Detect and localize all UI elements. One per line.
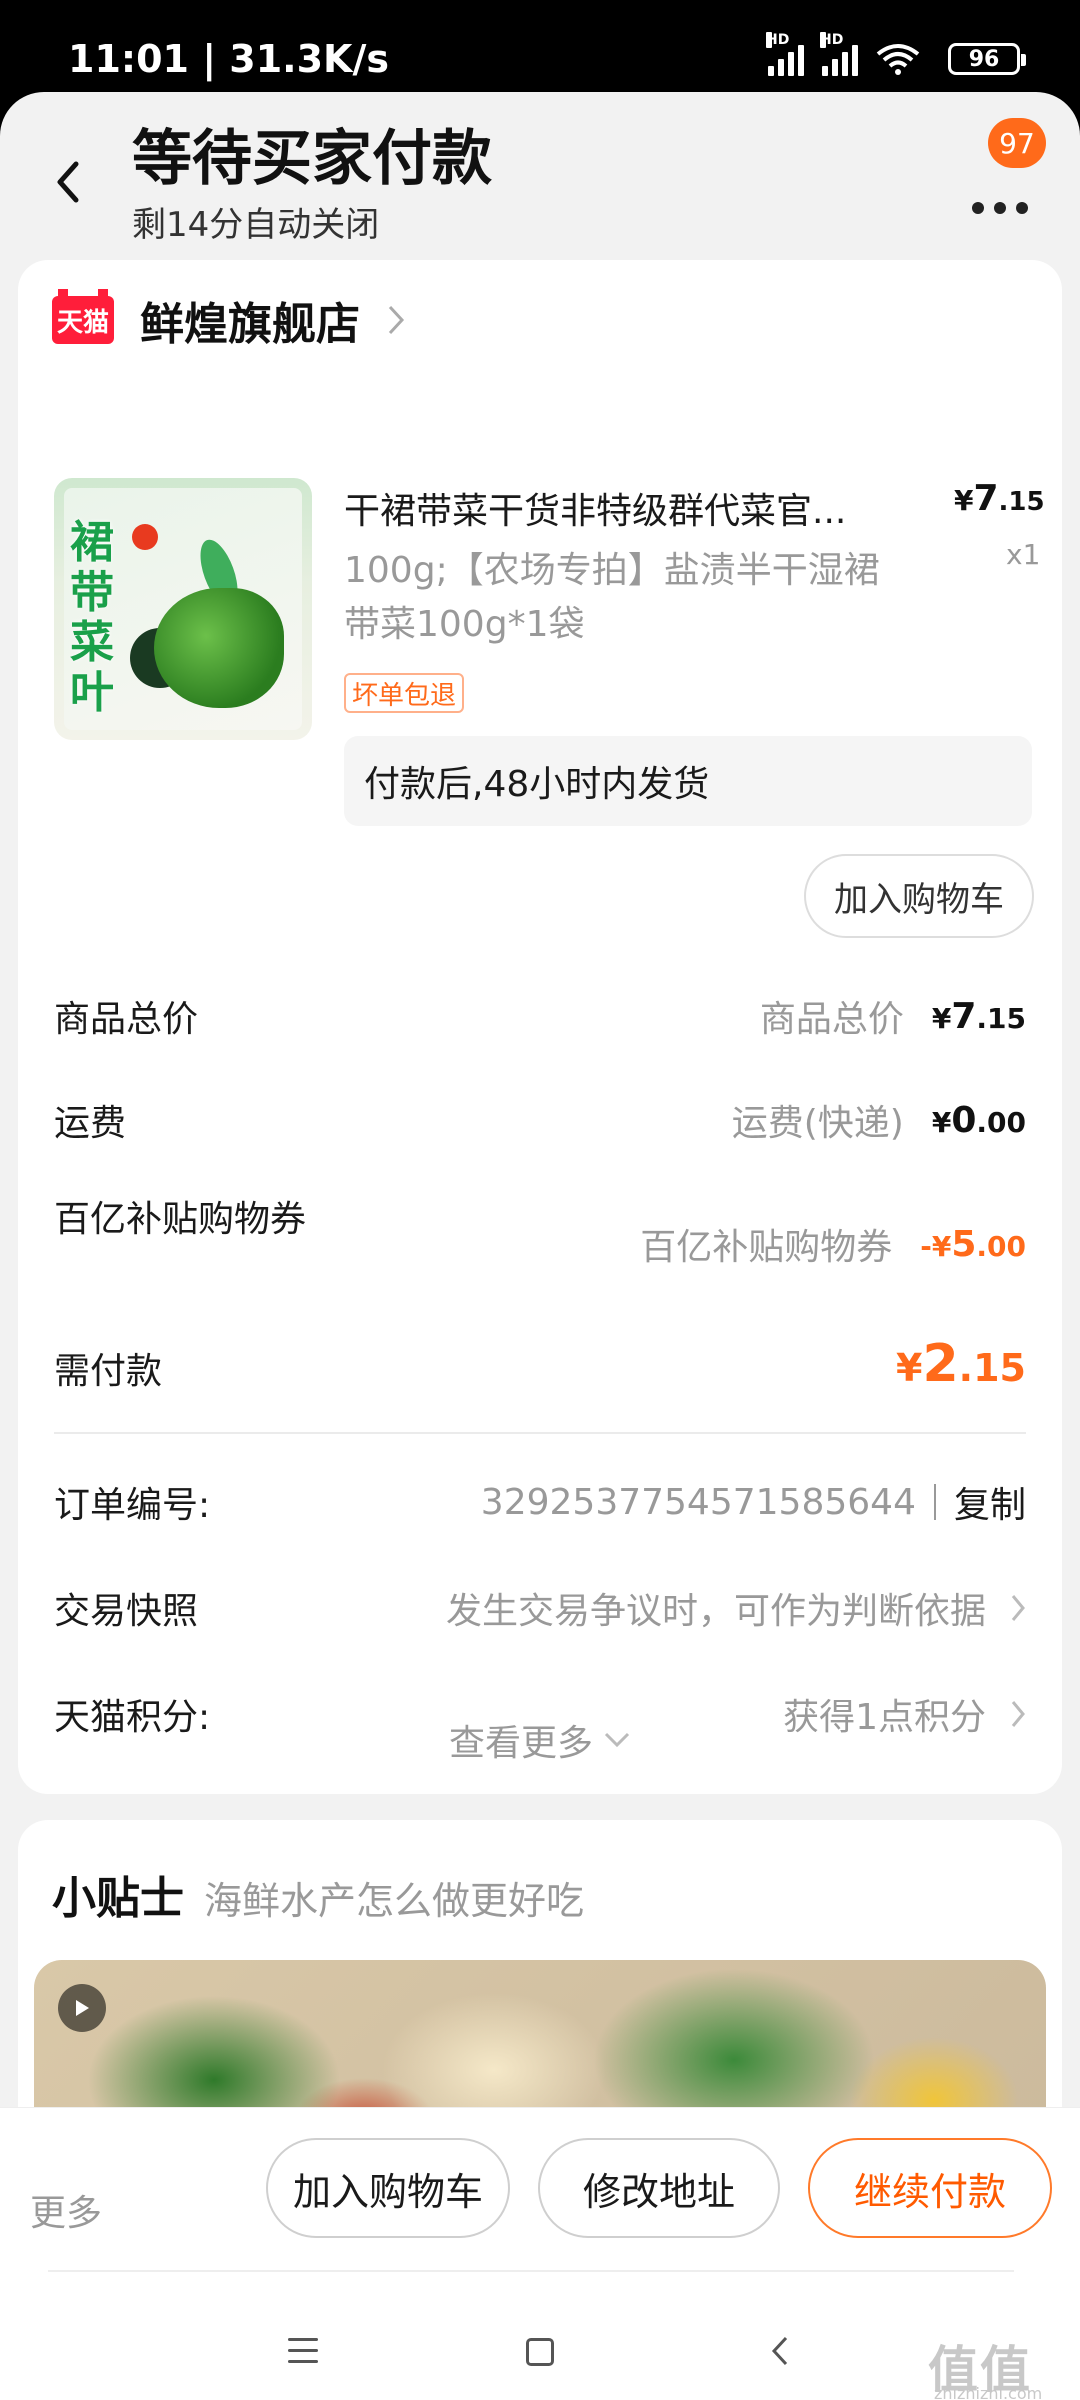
tips-title: 小贴士	[52, 1873, 184, 1924]
bottom-action-bar: 更多 加入购物车 修改地址 继续付款 值值值 zhizhizhi.com	[0, 2107, 1080, 2400]
cell-signal-icon: HD	[766, 32, 804, 76]
recent-apps-icon[interactable]	[288, 2338, 318, 2364]
more-actions-link[interactable]: 更多	[30, 2184, 102, 2236]
coupon-label: 百亿补贴购物券	[54, 1199, 307, 1240]
goods-total-sub: 商品总价	[759, 999, 904, 1040]
freight-row: 运费 运费(快递) ¥0.00	[54, 1094, 1026, 1145]
goods-total-label: 商品总价	[54, 999, 199, 1040]
copy-order-number-button[interactable]: 复制	[954, 1476, 1026, 1528]
play-icon[interactable]	[58, 1984, 106, 2032]
battery-icon: 96	[948, 43, 1026, 75]
chevron-down-icon	[604, 1732, 630, 1748]
trade-snapshot-row[interactable]: 交易快照 发生交易争议时，可作为判断依据	[54, 1582, 1026, 1638]
message-count-badge[interactable]: 97	[988, 118, 1046, 168]
trade-snapshot-label: 交易快照	[54, 1591, 199, 1632]
chevron-right-icon	[388, 305, 405, 335]
divider	[48, 2270, 1014, 2272]
change-address-button[interactable]: 修改地址	[538, 2138, 780, 2238]
order-number-row: 订单编号: 3292537754571585644 复制	[54, 1476, 1026, 1532]
system-nav-bar	[0, 2330, 1080, 2380]
watermark-url: zhizhizhi.com	[934, 2384, 1043, 2400]
shop-name: 鲜煌旗舰店	[140, 299, 360, 350]
add-to-cart-button[interactable]: 加入购物车	[804, 854, 1034, 938]
goods-total-row: 商品总价 商品总价 ¥7.15	[54, 990, 1026, 1041]
order-number-label: 订单编号:	[54, 1485, 211, 1526]
home-icon[interactable]	[526, 2338, 554, 2366]
freight-amount: ¥0.00	[931, 1099, 1026, 1141]
amount-due-row: 需付款 ¥2.15	[54, 1334, 1026, 1404]
status-time-speed: 11:01 | 31.3K/s	[68, 37, 389, 81]
return-policy-badge: 坏单包退	[344, 673, 465, 713]
product-image-text: 裙带菜叶	[70, 517, 114, 718]
amount-due-label: 需付款	[54, 1351, 163, 1392]
header: 等待买家付款 剩14分自动关闭 97	[0, 92, 1080, 257]
add-to-cart-button-bottom[interactable]: 加入购物车	[266, 2138, 510, 2238]
product-image[interactable]: 裙带菜叶	[54, 478, 312, 740]
more-menu-icon[interactable]	[962, 172, 1042, 232]
see-more-button[interactable]: 查看更多	[18, 1714, 1062, 1766]
continue-payment-button[interactable]: 继续付款	[808, 2138, 1052, 2238]
coupon-amount: -¥5.00	[920, 1223, 1026, 1265]
freight-sub: 运费(快递)	[731, 1103, 904, 1144]
wifi-icon	[876, 44, 920, 75]
amount-due-value: ¥2.15	[896, 1334, 1026, 1394]
shipping-note: 付款后,48小时内发货	[344, 736, 1032, 826]
status-icons: HD HD 96	[766, 32, 1026, 76]
product-price: ¥7.15	[954, 478, 1045, 519]
product-quantity: x1	[1006, 538, 1041, 571]
freight-label: 运费	[54, 1103, 127, 1144]
order-card: 天猫 鲜煌旗舰店 裙带菜叶 干裙带菜干货非特级群代菜官... ¥7.15 x1 …	[18, 260, 1062, 1794]
page-title: 等待买家付款	[132, 124, 492, 194]
product-title[interactable]: 干裙带菜干货非特级群代菜官...	[344, 482, 914, 534]
auto-close-countdown: 剩14分自动关闭	[132, 205, 380, 245]
app-screen: 等待买家付款 剩14分自动关闭 97 天猫 鲜煌旗舰店 裙带菜叶 干裙带菜干货非…	[0, 92, 1080, 2400]
tmall-logo: 天猫	[52, 289, 114, 344]
tips-subtitle[interactable]: 海鲜水产怎么做更好吃	[204, 1870, 584, 1925]
order-number: 3292537754571585644	[480, 1481, 916, 1523]
back-icon[interactable]	[48, 154, 88, 210]
product-spec: 100g;【农场专拍】盐渍半干湿裙带菜100g*1袋	[344, 550, 880, 645]
divider	[54, 1432, 1026, 1434]
shop-row[interactable]: 天猫 鲜煌旗舰店	[52, 288, 406, 352]
system-back-icon[interactable]	[770, 2334, 790, 2368]
coupon-row: 百亿补贴购物券 百亿补贴购物券 -¥5.00	[54, 1188, 1026, 1298]
cell-signal-icon-2: HD	[820, 32, 858, 76]
trade-snapshot-value: 发生交易争议时，可作为判断依据	[445, 1591, 986, 1632]
goods-total-amount: ¥7.15	[931, 995, 1026, 1037]
coupon-sub: 百亿补贴购物券	[640, 1227, 893, 1268]
chevron-right-icon	[1011, 1595, 1025, 1621]
